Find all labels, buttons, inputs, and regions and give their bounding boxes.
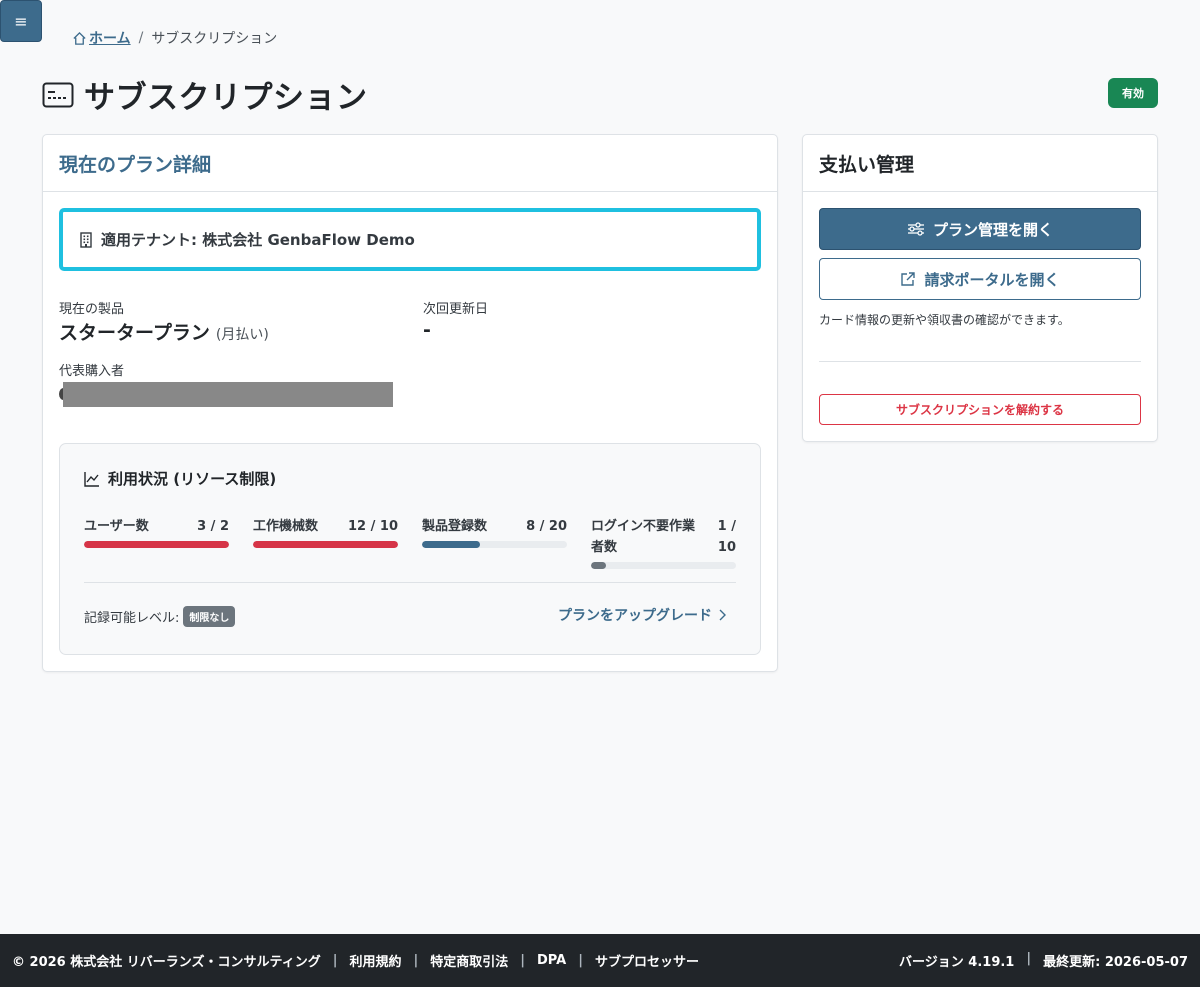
footer-updated: 最終更新: 2026-05-07 xyxy=(1043,955,1188,970)
footer-link-terms[interactable]: 利用規約 xyxy=(349,951,401,970)
metric-machines: 工作機械数 12 / 10 xyxy=(253,516,398,548)
breadcrumb-home-link[interactable]: ホーム xyxy=(72,28,131,48)
renewal-value: - xyxy=(423,319,431,341)
metric-bar-fill xyxy=(253,541,398,548)
breadcrumb-separator: / xyxy=(138,30,144,46)
status-badge: 有効 xyxy=(1108,78,1158,108)
footer-links: © 2026 株式会社 リバーランズ・コンサルティング | 利用規約 | 特定商… xyxy=(12,951,699,970)
purchaser-redacted xyxy=(63,382,393,407)
sliders-icon xyxy=(907,222,924,236)
payment-card-header: 支払い管理 xyxy=(803,135,1157,192)
metric-users: ユーザー数 3 / 2 xyxy=(84,516,229,548)
metric-bar-fill xyxy=(422,541,480,548)
usage-panel: 利用状況 (リソース制限) ユーザー数 3 / 2 工作機械数 12 / 10 製品… xyxy=(59,443,761,655)
card-icon xyxy=(42,82,74,107)
payment-note: カード情報の更新や領収書の確認ができます。 xyxy=(819,313,1070,327)
footer-copyright: © 2026 株式会社 リバーランズ・コンサルティング xyxy=(12,955,321,970)
usage-title: 利用状況 (リソース制限) xyxy=(84,468,276,489)
record-level-badge: 制限なし xyxy=(183,606,236,627)
footer-version: バージョン 4.19.1 xyxy=(899,955,1015,970)
footer-link-commerce-law[interactable]: 特定商取引法 xyxy=(430,951,508,970)
menu-toggle-button[interactable]: ≡ xyxy=(0,0,42,42)
page-title: サブスクリプション xyxy=(84,80,368,116)
cancel-subscription-button[interactable]: サブスクリプションを解約する xyxy=(819,394,1141,425)
plan-card-header: 現在のプラン詳細 xyxy=(43,135,777,192)
hamburger-icon: ≡ xyxy=(14,11,28,31)
metric-products: 製品登録数 8 / 20 xyxy=(422,516,567,548)
home-icon xyxy=(73,31,86,45)
chart-line-icon xyxy=(84,471,99,487)
metric-loginless-workers-bar xyxy=(591,562,736,569)
chevron-right-icon xyxy=(719,609,726,621)
page-header: サブスクリプション xyxy=(42,72,368,117)
metric-bar-fill xyxy=(591,562,606,569)
breadcrumb: ホーム / サブスクリプション xyxy=(72,28,277,48)
billing-cycle: (月払い) xyxy=(215,327,269,343)
open-plan-management-button[interactable]: プラン管理を開く xyxy=(819,208,1141,250)
plan-details-card: 現在のプラン詳細 適用テナント: 株式会社 GenbaFlow Demo 現在の… xyxy=(42,134,778,672)
usage-divider xyxy=(84,582,736,583)
metric-products-bar xyxy=(422,541,567,548)
record-level: 記録可能レベル: 制限なし xyxy=(84,606,236,627)
product-value: スタータープラン (月払い) xyxy=(59,322,269,344)
metric-machines-bar xyxy=(253,541,398,548)
tenant-box: 適用テナント: 株式会社 GenbaFlow Demo xyxy=(59,208,761,271)
footer-link-subprocessors[interactable]: サブプロセッサー xyxy=(595,951,699,970)
footer-link-dpa[interactable]: DPA xyxy=(537,953,566,968)
purchaser-label: 代表購入者 xyxy=(59,364,125,379)
renewal-label: 次回更新日 xyxy=(423,302,489,317)
tenant-name: 適用テナント: 株式会社 GenbaFlow Demo xyxy=(101,231,415,249)
product-label: 現在の製品 xyxy=(59,302,125,317)
metric-users-bar xyxy=(84,541,229,548)
building-icon xyxy=(80,231,92,248)
footer-meta: バージョン 4.19.1 | 最終更新: 2026-05-07 xyxy=(899,951,1188,970)
external-link-icon xyxy=(901,272,916,286)
payment-card: 支払い管理 プラン管理を開く 請求ポータルを開く カード情報の更新や領収書の確認… xyxy=(802,134,1158,442)
footer: © 2026 株式会社 リバーランズ・コンサルティング | 利用規約 | 特定商… xyxy=(0,934,1200,987)
metric-bar-fill xyxy=(84,541,229,548)
open-billing-portal-button[interactable]: 請求ポータルを開く xyxy=(819,258,1141,300)
breadcrumb-current: サブスクリプション xyxy=(151,31,278,47)
metric-loginless-workers: ログイン不要作業者数 1 / 10 xyxy=(591,516,736,569)
upgrade-plan-link[interactable]: プランをアップグレード xyxy=(558,605,726,625)
payment-divider xyxy=(819,361,1141,362)
